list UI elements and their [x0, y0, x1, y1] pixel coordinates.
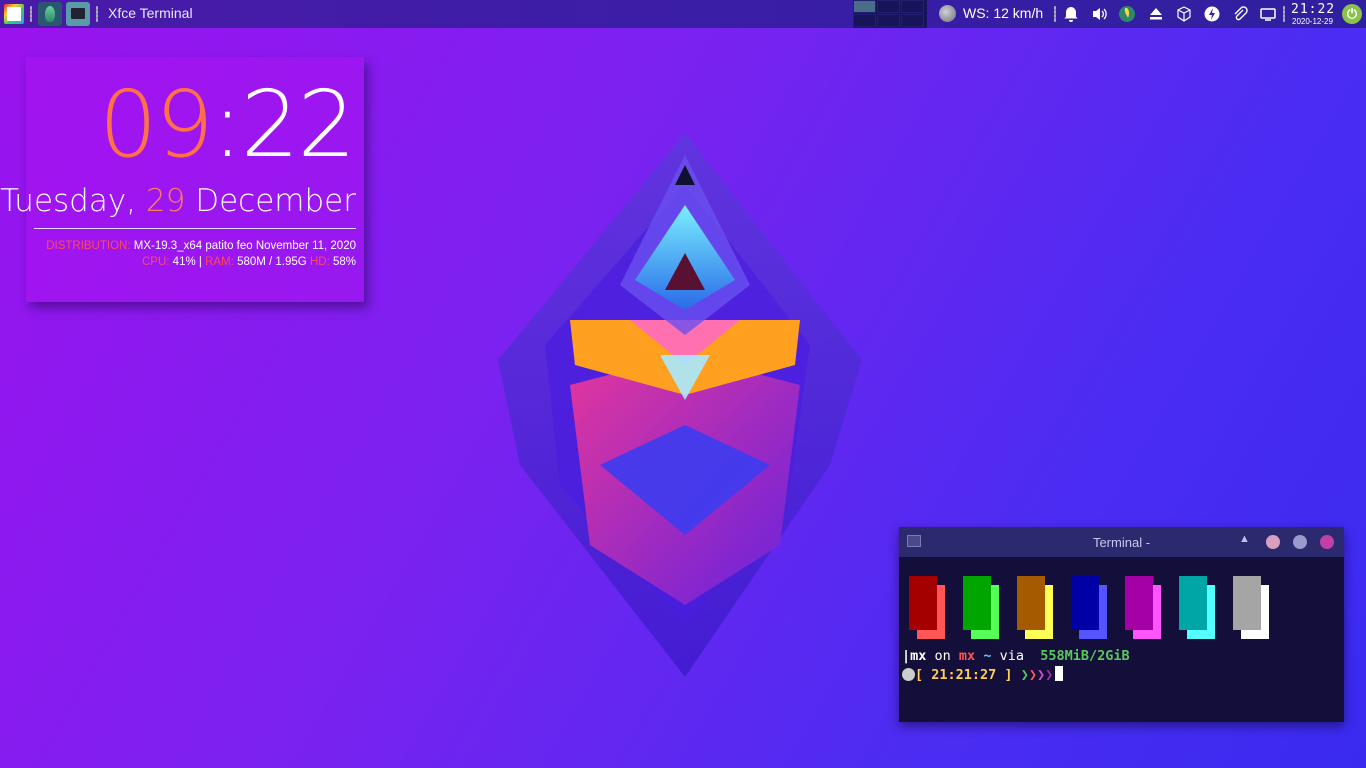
flash-icon[interactable]	[1203, 5, 1221, 23]
workspace-switcher[interactable]	[853, 0, 927, 28]
panel-separator	[1054, 6, 1056, 22]
conky-hours: 09	[98, 71, 214, 178]
terminal-body[interactable]: |mx on mx ~ via 558MiB/2GiB [ 21:21:27 ]…	[899, 557, 1344, 722]
weather-moon-icon[interactable]	[939, 5, 956, 22]
prompt-dir: ~	[975, 648, 992, 664]
workspace-3[interactable]	[901, 0, 924, 13]
conky-day: 29	[145, 183, 186, 219]
conky-colon: :	[211, 71, 243, 178]
workspace-1[interactable]	[853, 0, 876, 13]
terminal-cursor	[1055, 666, 1064, 681]
shade-up-icon[interactable]: ▲	[1239, 533, 1250, 545]
prompt-time: 21:21:27	[923, 667, 1005, 683]
clip-icon[interactable]	[1231, 5, 1249, 23]
dark-color-swatch	[1017, 576, 1045, 630]
terminal-titlebar[interactable]: Terminal - ▲	[899, 527, 1344, 557]
panel-separator	[96, 6, 98, 22]
hd-label: HD:	[309, 256, 330, 268]
dark-color-swatch	[1071, 576, 1099, 630]
workspace-4[interactable]	[853, 14, 876, 27]
panel-clock-date[interactable]: 2020-12-29	[1292, 17, 1333, 26]
wallpaper-crystal-image	[498, 133, 862, 677]
display-icon[interactable]	[1259, 5, 1277, 23]
conky-minutes: 22	[240, 71, 356, 178]
active-window-title[interactable]: Xfce Terminal	[108, 5, 193, 21]
power-icon[interactable]: ⏻	[1342, 4, 1362, 24]
close-button[interactable]	[1320, 535, 1334, 549]
ram-label: RAM:	[205, 256, 234, 268]
volume-icon[interactable]	[1091, 5, 1109, 23]
prompt-memory: 558MiB/2GiB	[1032, 648, 1130, 664]
top-panel: Xfce Terminal WS: 12 km/h 21:22 2020-12-…	[0, 0, 1366, 28]
prompt-on: on	[926, 648, 959, 664]
workspace-6[interactable]	[901, 14, 924, 27]
conky-distribution: DISTRIBUTION: MX-19.3_x64 patito feo Nov…	[46, 240, 356, 252]
workspace-5[interactable]	[877, 14, 900, 27]
chevron-magenta-icon: ❯	[1036, 667, 1046, 683]
eject-icon[interactable]	[1147, 5, 1165, 23]
maximize-button[interactable]	[1293, 535, 1307, 549]
dark-color-swatch	[1125, 576, 1153, 630]
panel-separator	[1283, 6, 1285, 22]
conky-date: Tuesday, 29 December	[0, 183, 356, 219]
weather-wind-speed[interactable]: WS: 12 km/h	[963, 5, 1043, 21]
dist-label: DISTRIBUTION:	[46, 240, 131, 252]
stats-separator: |	[198, 256, 202, 268]
terminal-window[interactable]: Terminal - ▲ |mx on mx ~ via 558MiB/2GiB…	[899, 527, 1344, 722]
ram-value: 580M / 1.95G	[237, 256, 307, 268]
dark-color-swatch	[1179, 576, 1207, 630]
prompt-via: via	[991, 648, 1033, 664]
conky-system-stats: CPU: 41% | RAM: 580M / 1.95G HD: 58%	[142, 256, 356, 268]
panel-separator	[30, 6, 32, 22]
chevron-green-icon: ❯	[1020, 667, 1029, 683]
prompt-host: mx	[958, 648, 976, 664]
dark-color-swatch	[963, 576, 991, 630]
dark-color-swatch	[909, 576, 937, 630]
network-icon[interactable]	[1118, 5, 1136, 23]
conky-widget: 09:22 Tuesday, 29 December DISTRIBUTION:…	[0, 57, 364, 302]
conky-divider	[34, 228, 356, 229]
prompt-line-1: |mx on mx ~ via 558MiB/2GiB	[902, 648, 1130, 664]
cpu-label: CPU:	[141, 256, 170, 268]
dist-value: MX-19.3_x64 patito feo November 11, 2020	[133, 240, 356, 252]
hd-value: 58%	[332, 256, 356, 268]
terminal-launcher-icon[interactable]	[66, 2, 90, 26]
workspace-2[interactable]	[877, 0, 900, 13]
chevron-red-icon: ❯	[1028, 667, 1037, 683]
prompt-user: mx	[910, 648, 927, 664]
chevron-purple-icon: ❯	[1045, 667, 1054, 683]
prompt-line-2: [ 21:21:27 ] ❯❯❯❯	[902, 666, 1064, 683]
panel-clock-time[interactable]: 21:22	[1291, 2, 1335, 17]
prompt-bar: |	[902, 648, 911, 664]
prompt-open-bracket: [	[915, 667, 924, 683]
clock-icon	[902, 668, 915, 681]
conky-clock: 09:22	[99, 79, 356, 171]
launcher-app-icon[interactable]	[38, 2, 62, 26]
whisker-menu-button[interactable]	[4, 4, 24, 24]
minimize-button[interactable]	[1266, 535, 1280, 549]
cpu-value: 41%	[172, 256, 196, 268]
dark-color-swatch	[1233, 576, 1261, 630]
conky-weekday: Tuesday,	[0, 183, 137, 219]
package-icon[interactable]	[1175, 5, 1193, 23]
prompt-close-bracket: ]	[1004, 667, 1013, 683]
bell-icon[interactable]	[1062, 5, 1080, 23]
conky-month: December	[195, 183, 356, 219]
